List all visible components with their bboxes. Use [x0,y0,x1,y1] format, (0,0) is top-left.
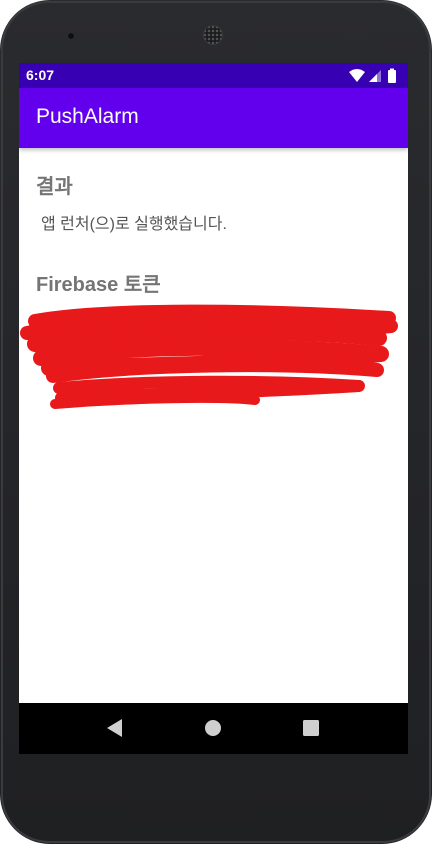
battery-icon [388,68,396,83]
recents-icon[interactable] [296,713,326,743]
main-content: 결과 앱 런처(으)로 실행했습니다. Firebase 토큰 [19,148,408,703]
home-icon[interactable] [198,713,228,743]
wifi-icon [349,69,365,82]
status-icons [349,68,396,83]
status-bar: 6:07 [19,63,408,88]
proximity-sensor [345,33,351,39]
cellular-signal-icon [369,70,381,82]
back-icon[interactable] [100,713,130,743]
front-camera [66,31,76,41]
light-sensor [359,33,365,39]
navigation-bar [19,703,408,754]
status-time: 6:07 [26,67,55,83]
device-screen: 6:07 PushAlarm 결과 앱 런처(으)로 실행했습니다. Fireb… [19,63,408,754]
result-message: 앱 런처(으)로 실행했습니다. [41,216,227,233]
result-heading: 결과 [36,176,73,198]
app-title: PushAlarm [36,105,139,128]
app-bar: PushAlarm [19,88,408,148]
phone-frame: 6:07 PushAlarm 결과 앱 런처(으)로 실행했습니다. Fireb… [0,0,432,844]
earpiece-speaker [203,25,223,45]
token-heading: Firebase 토큰 [36,274,161,296]
